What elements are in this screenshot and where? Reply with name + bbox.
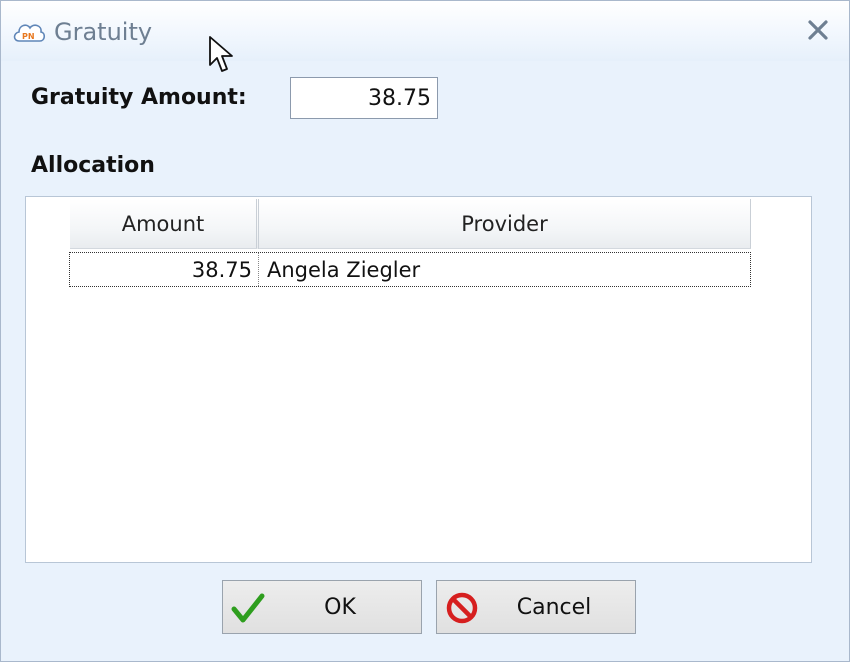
title-bar[interactable]: PN Gratuity bbox=[1, 1, 849, 61]
allocation-label: Allocation bbox=[31, 153, 155, 178]
row-provider-cell[interactable]: Angela Ziegler bbox=[259, 253, 750, 286]
checkmark-icon bbox=[231, 593, 265, 623]
grid-header: Amount Provider bbox=[70, 199, 751, 249]
close-button[interactable] bbox=[801, 13, 835, 47]
column-header-amount[interactable]: Amount bbox=[70, 199, 259, 249]
gratuity-dialog: PN Gratuity Gratuity Amount: Allocation … bbox=[0, 0, 850, 662]
svg-text:PN: PN bbox=[22, 32, 35, 41]
row-amount-cell[interactable]: 38.75 bbox=[70, 253, 259, 286]
mouse-cursor-icon bbox=[209, 36, 233, 72]
allocation-grid[interactable]: Amount Provider 38.75 Angela Ziegler bbox=[25, 196, 812, 563]
gratuity-amount-input[interactable] bbox=[290, 77, 438, 119]
table-row[interactable]: 38.75 Angela Ziegler bbox=[69, 252, 751, 287]
window-title: Gratuity bbox=[54, 18, 153, 46]
column-header-provider[interactable]: Provider bbox=[259, 199, 751, 249]
ok-button[interactable]: OK bbox=[222, 580, 422, 634]
cancel-button[interactable]: Cancel bbox=[436, 580, 636, 634]
close-icon bbox=[808, 20, 828, 40]
no-entry-icon bbox=[446, 592, 478, 624]
gratuity-amount-label: Gratuity Amount: bbox=[31, 85, 247, 110]
pn-cloud-logo-icon: PN bbox=[13, 24, 46, 42]
